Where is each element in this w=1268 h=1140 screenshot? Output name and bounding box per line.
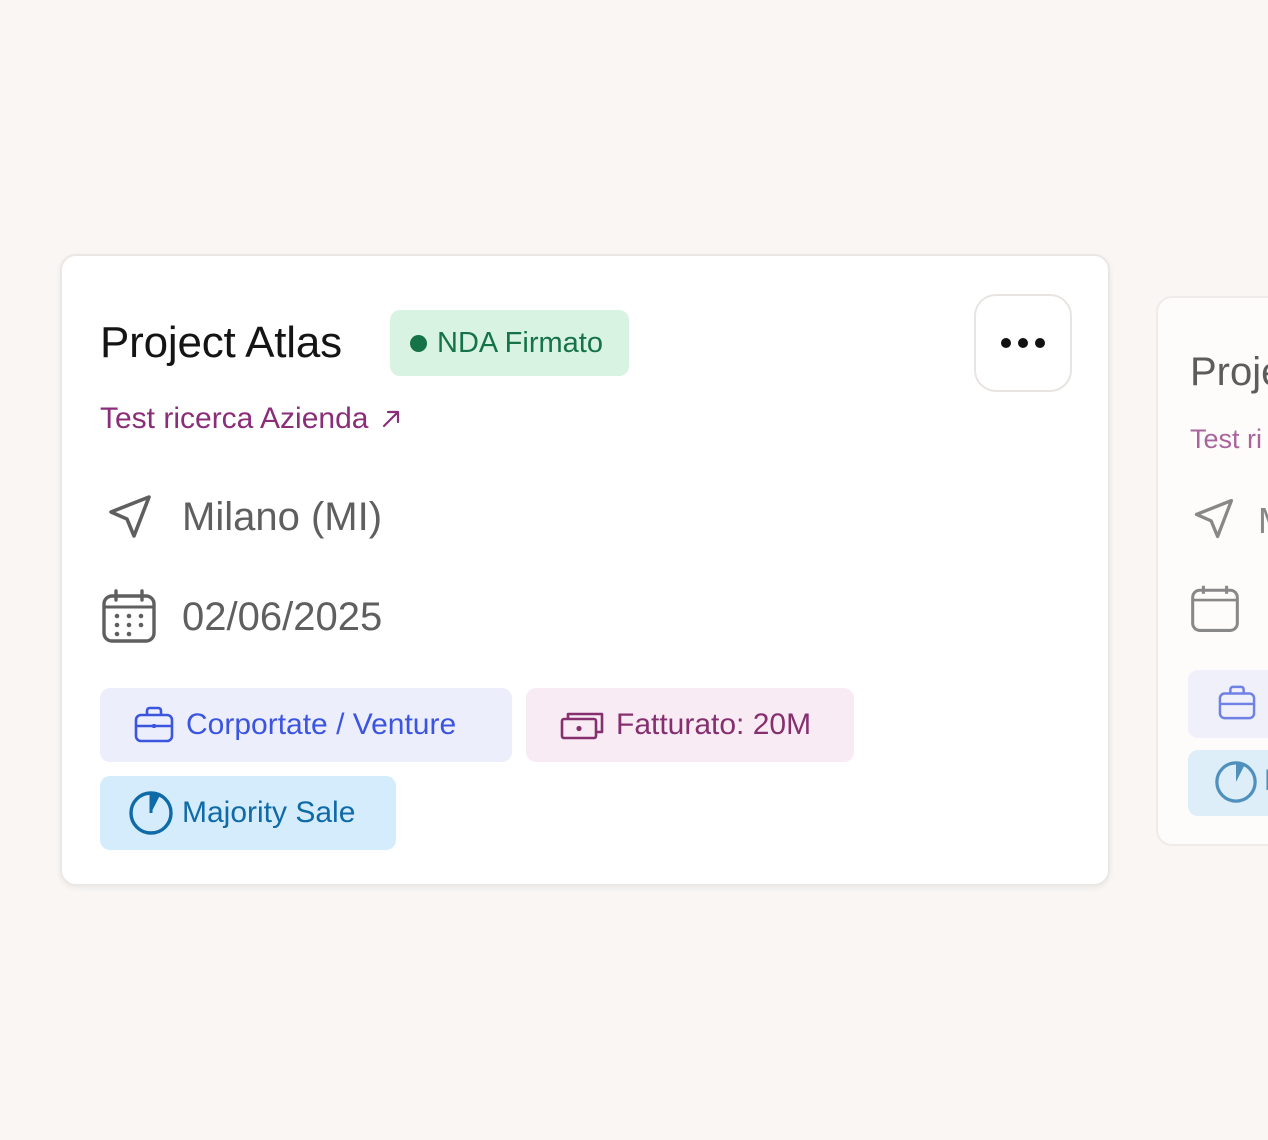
- project-title: Project Atlas: [100, 318, 342, 367]
- project-card[interactable]: Project Atlas NDA Firmato Test ricerca A…: [60, 254, 1110, 886]
- sector-label: Corportate / Venture: [186, 708, 457, 741]
- next-project-title: Proje: [1190, 350, 1268, 394]
- next-deal-type-tag: M: [1188, 750, 1268, 816]
- more-options-button[interactable]: [974, 294, 1072, 392]
- revenue-tag: Fatturato: 20M: [526, 688, 854, 762]
- location-arrow-icon: [1194, 498, 1234, 539]
- deal-type-tag: Majority Sale: [100, 776, 396, 850]
- status-dot-icon: [410, 334, 427, 352]
- deal-type-label: Majority Sale: [182, 796, 356, 829]
- company-link-label: Test ricerca Azienda: [100, 402, 369, 435]
- company-link[interactable]: Test ricerca Azienda: [100, 402, 402, 436]
- revenue-label: Fatturato: 20M: [616, 708, 812, 741]
- sector-tag: Corportate / Venture: [100, 688, 512, 762]
- page: Project Atlas NDA Firmato Test ricerca A…: [0, 0, 1268, 1140]
- briefcase-icon: [134, 706, 174, 743]
- calendar-icon: [1191, 585, 1239, 632]
- pie-chart-icon: [129, 791, 173, 835]
- briefcase-icon: [1218, 685, 1256, 720]
- location-arrow-icon: [100, 488, 158, 546]
- next-deal-type-label: M: [1264, 764, 1268, 798]
- calendar-icon: [100, 588, 158, 646]
- next-project-card[interactable]: Proje Test ri M M: [1156, 296, 1268, 846]
- next-sector-tag: [1188, 670, 1268, 738]
- more-dot-icon: [1001, 338, 1011, 348]
- date-text: 02/06/2025: [182, 594, 383, 639]
- money-icon: [560, 712, 604, 740]
- next-location-text: M: [1258, 500, 1268, 542]
- more-dot-icon: [1018, 338, 1028, 348]
- next-company-link[interactable]: Test ri: [1190, 424, 1262, 455]
- pie-chart-icon: [1215, 761, 1257, 803]
- status-label: NDA Firmato: [437, 326, 603, 359]
- location-row: Milano (MI): [100, 488, 382, 546]
- status-badge: NDA Firmato: [390, 310, 629, 376]
- location-text: Milano (MI): [182, 494, 383, 539]
- date-row: 02/06/2025: [100, 588, 382, 646]
- external-arrow-icon: [383, 410, 400, 428]
- more-dot-icon: [1035, 338, 1045, 348]
